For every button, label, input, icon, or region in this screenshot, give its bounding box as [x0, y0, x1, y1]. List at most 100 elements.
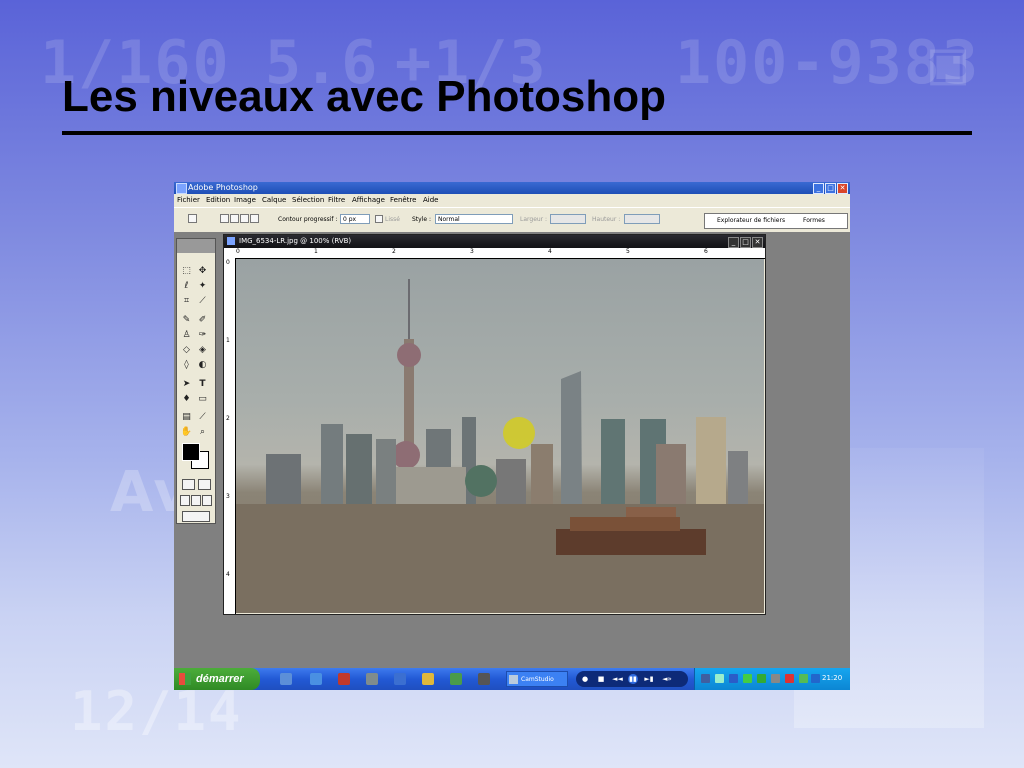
menu-bar: Fichier Edition Image Calque Sélection F…: [174, 194, 850, 207]
new-selection-icon[interactable]: [220, 214, 229, 223]
eyedropper-tool-icon[interactable]: ⟋: [196, 411, 209, 424]
width-input[interactable]: [550, 214, 586, 224]
healing-brush-tool-icon[interactable]: ✎: [180, 314, 193, 327]
screen-mode-standard-button[interactable]: [180, 495, 190, 506]
tray-usb-icon[interactable]: [771, 674, 780, 683]
doc-close-button[interactable]: ✕: [752, 237, 763, 248]
doc-maximize-button[interactable]: □: [740, 237, 751, 248]
screen-mode-full-button[interactable]: [202, 495, 212, 506]
tab-file-browser[interactable]: Explorateur de fichiers: [717, 217, 785, 224]
close-button[interactable]: ✕: [837, 183, 848, 194]
height-label: Hauteur :: [592, 216, 621, 223]
quicklaunch-computer-icon[interactable]: [478, 673, 490, 685]
standard-mode-button[interactable]: [182, 479, 195, 490]
menu-affichage[interactable]: Affichage: [352, 196, 385, 204]
antialias-checkbox[interactable]: [375, 215, 383, 223]
quicklaunch-tool-icon[interactable]: [450, 673, 462, 685]
clone-stamp-tool-icon[interactable]: ♙: [180, 329, 193, 342]
marquee-tool-icon[interactable]: ⬚: [180, 265, 193, 278]
app-title: Adobe Photoshop: [188, 183, 258, 192]
tray-network-icon[interactable]: [743, 674, 752, 683]
shape-tool-icon[interactable]: ▭: [196, 393, 209, 406]
feather-label: Contour progressif :: [278, 216, 338, 223]
tray-volume-icon[interactable]: [799, 674, 808, 683]
tray-security-icon[interactable]: [757, 674, 766, 683]
quicklaunch-photoshop-icon[interactable]: [394, 673, 406, 685]
width-label: Largeur :: [520, 216, 548, 223]
tray-bluetooth-icon[interactable]: [811, 674, 820, 683]
quicklaunch-ie-icon[interactable]: [310, 673, 322, 685]
menu-fenetre[interactable]: Fenêtre: [390, 196, 416, 204]
tray-alert-icon[interactable]: [785, 674, 794, 683]
move-tool-icon[interactable]: ✥: [196, 265, 209, 278]
magic-wand-tool-icon[interactable]: ✦: [196, 280, 209, 293]
lasso-tool-icon[interactable]: ℓ: [180, 280, 193, 293]
menu-edition[interactable]: Edition: [206, 196, 230, 204]
menu-fichier[interactable]: Fichier: [177, 196, 200, 204]
marquee-preset-icon[interactable]: [188, 214, 197, 223]
ruler-h-label: 2: [392, 248, 396, 255]
task-label: CamStudio: [521, 676, 554, 683]
menu-filtre[interactable]: Filtre: [328, 196, 345, 204]
hand-tool-icon[interactable]: ✋: [180, 426, 193, 439]
document-title: IMG_6534-LR.jpg @ 100% (RVB): [239, 237, 352, 245]
subtract-selection-icon[interactable]: [240, 214, 249, 223]
slice-tool-icon[interactable]: ⟋: [196, 295, 209, 308]
pen-tool-icon[interactable]: ♦: [180, 393, 193, 406]
foreground-color-swatch[interactable]: [182, 443, 200, 461]
maximize-button[interactable]: □: [825, 183, 836, 194]
stop-icon[interactable]: ■: [596, 674, 606, 684]
shanghai-skyline-photo[interactable]: [236, 259, 764, 613]
quicklaunch-network-icon[interactable]: [280, 673, 292, 685]
menu-aide[interactable]: Aide: [423, 196, 438, 204]
tray-app-icon[interactable]: [715, 674, 724, 683]
document-titlebar[interactable]: IMG_6534-LR.jpg @ 100% (RVB) _ □ ✕: [224, 235, 765, 248]
crop-tool-icon[interactable]: ⌗: [180, 295, 193, 308]
path-selection-tool-icon[interactable]: ➤: [180, 378, 193, 391]
dodge-tool-icon[interactable]: ◐: [196, 359, 209, 372]
pause-icon[interactable]: ▮▮: [628, 674, 638, 684]
tray-language-icon[interactable]: [701, 674, 710, 683]
type-tool-icon[interactable]: T: [196, 378, 209, 391]
clock[interactable]: 21:20: [822, 674, 842, 682]
horizontal-ruler[interactable]: 0 1 2 3 4 5 6: [235, 248, 765, 259]
menu-selection[interactable]: Sélection: [292, 196, 324, 204]
quick-mask-button[interactable]: [198, 479, 211, 490]
vertical-ruler[interactable]: 0 1 2 3 4: [224, 258, 236, 614]
next-icon[interactable]: ►▮: [644, 674, 654, 684]
ruler-corner[interactable]: [224, 248, 235, 258]
toolbox-header[interactable]: [177, 239, 215, 253]
quicklaunch-media-icon[interactable]: [366, 673, 378, 685]
paint-bucket-tool-icon[interactable]: ◈: [196, 344, 209, 357]
bg-watermark-card-icon: ▣: [930, 28, 969, 98]
volume-icon[interactable]: ◄»: [662, 674, 672, 684]
previous-icon[interactable]: ◄◄: [612, 674, 623, 684]
jump-to-imageready-button[interactable]: [182, 511, 210, 522]
minimize-button[interactable]: _: [813, 183, 824, 194]
brush-tool-icon[interactable]: ✐: [196, 314, 209, 327]
start-button[interactable]: démarrer: [174, 668, 260, 690]
zoom-tool-icon[interactable]: ⌕: [196, 426, 209, 439]
doc-minimize-button[interactable]: _: [728, 237, 739, 248]
windows-taskbar: démarrer CamStudio ● ■ ◄◄ ▮▮ ►▮ ◄» 21:20: [174, 668, 850, 690]
ruler-h-label: 6: [704, 248, 708, 255]
notes-tool-icon[interactable]: ▤: [180, 411, 193, 424]
eraser-tool-icon[interactable]: ◇: [180, 344, 193, 357]
tray-display-icon[interactable]: [729, 674, 738, 683]
quicklaunch-folder-icon[interactable]: [422, 673, 434, 685]
blur-tool-icon[interactable]: ◊: [180, 359, 193, 372]
app-titlebar[interactable]: Adobe Photoshop _ □ ✕: [174, 182, 850, 194]
screen-mode-menu-button[interactable]: [191, 495, 201, 506]
style-select[interactable]: Normal: [435, 214, 513, 224]
height-input[interactable]: [624, 214, 660, 224]
menu-calque[interactable]: Calque: [262, 196, 286, 204]
feather-input[interactable]: 0 px: [340, 214, 370, 224]
intersect-selection-icon[interactable]: [250, 214, 259, 223]
task-camstudio[interactable]: CamStudio: [506, 671, 568, 687]
menu-image[interactable]: Image: [234, 196, 256, 204]
record-icon[interactable]: ●: [580, 674, 590, 684]
history-brush-tool-icon[interactable]: ✑: [196, 329, 209, 342]
add-selection-icon[interactable]: [230, 214, 239, 223]
quicklaunch-app-icon[interactable]: [338, 673, 350, 685]
tab-shapes[interactable]: Formes: [803, 217, 825, 224]
